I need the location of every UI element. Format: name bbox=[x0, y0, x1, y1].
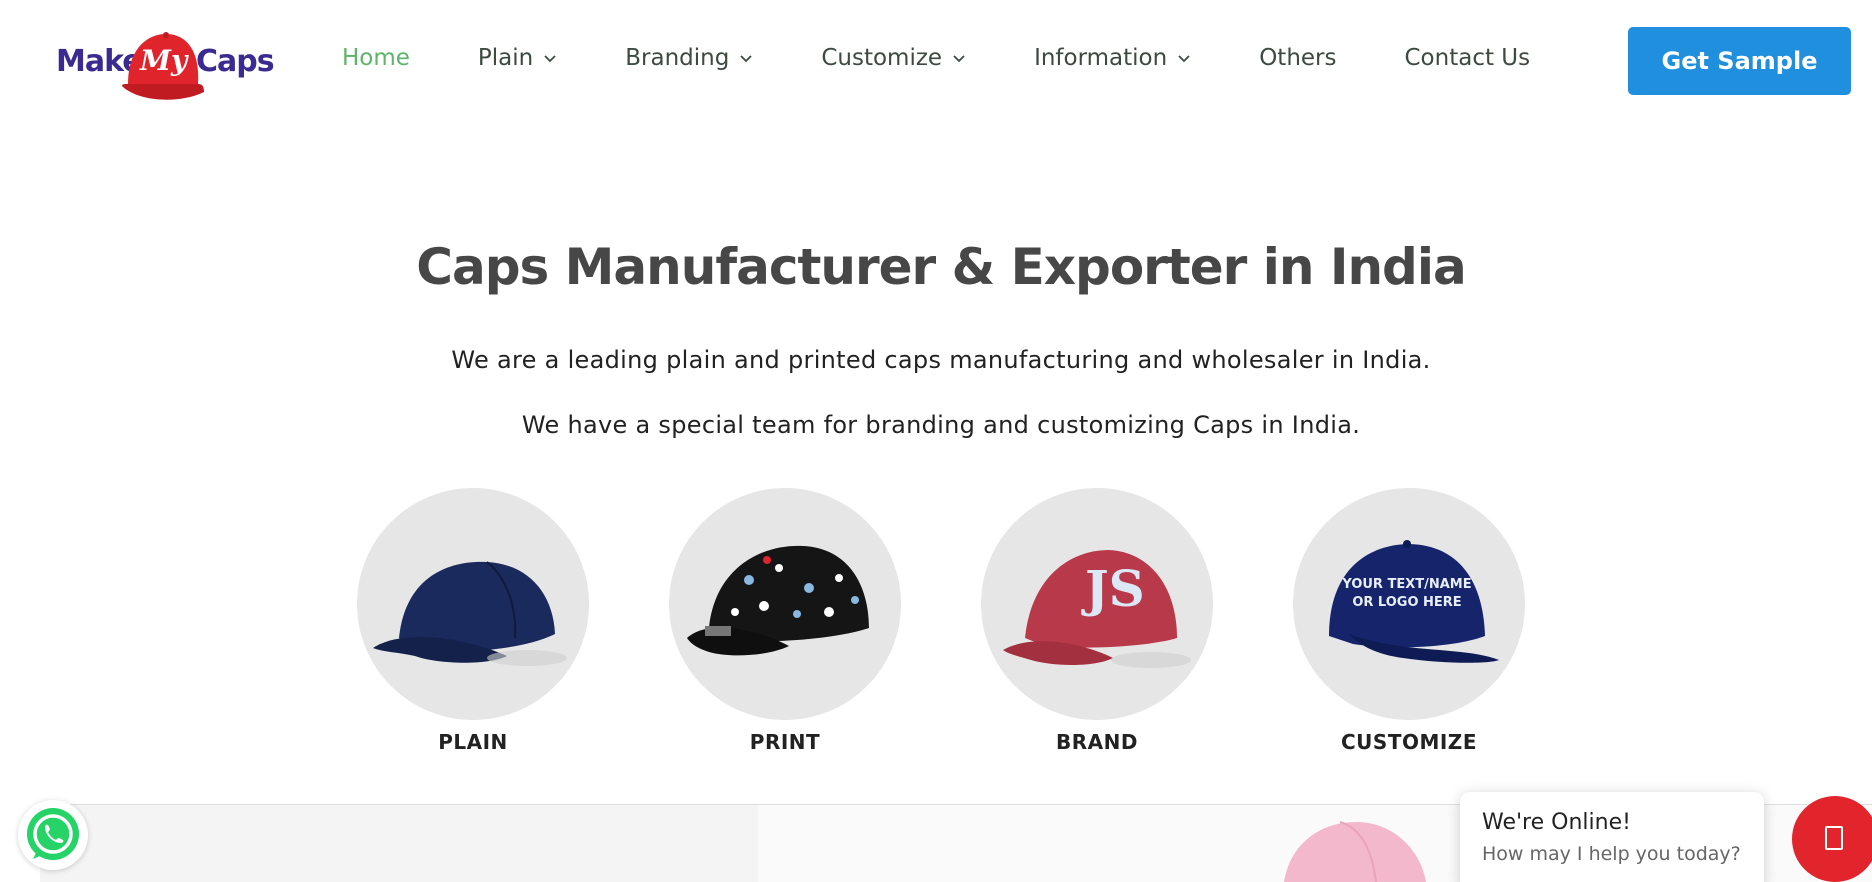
chevron-down-icon bbox=[740, 55, 752, 63]
category-customize[interactable]: YOUR TEXT/NAME OR LOGO HERE CUSTOMIZE bbox=[1293, 488, 1525, 754]
nav-item-label: Others bbox=[1259, 45, 1337, 71]
chat-subtitle: How may I help you today? bbox=[1482, 843, 1741, 865]
category-image bbox=[357, 488, 589, 720]
category-image: YOUR TEXT/NAME OR LOGO HERE bbox=[1293, 488, 1525, 720]
svg-text:YOUR TEXT/NAME: YOUR TEXT/NAME bbox=[1341, 577, 1471, 592]
nav-item-branding[interactable]: Branding bbox=[625, 45, 753, 71]
chevron-down-icon bbox=[1178, 55, 1190, 63]
red-cap-icon: JS bbox=[1003, 550, 1191, 668]
category-label: BRAND bbox=[1056, 730, 1138, 754]
nav-item-label: Branding bbox=[625, 45, 730, 71]
site-logo[interactable]: Make My Caps bbox=[56, 30, 275, 106]
hero-description-2: We have a special team for branding and … bbox=[521, 411, 1361, 439]
nav-item-others[interactable]: Others bbox=[1259, 45, 1336, 71]
chat-prompt-bubble[interactable]: We're Online! How may I help you today? bbox=[1460, 792, 1764, 882]
chat-icon bbox=[1825, 826, 1843, 850]
whatsapp-button[interactable] bbox=[18, 800, 88, 870]
nav-item-customize[interactable]: Customize bbox=[821, 45, 966, 71]
chat-title: We're Online! bbox=[1482, 810, 1631, 835]
hero-description-1: We are a leading plain and printed caps … bbox=[451, 346, 1431, 374]
site-header: Make My Caps Home Plain Branding Customi… bbox=[0, 0, 1872, 116]
nav-item-label: Contact Us bbox=[1404, 45, 1531, 71]
whatsapp-icon bbox=[27, 808, 79, 860]
nav-item-home[interactable]: Home bbox=[342, 45, 410, 71]
svg-text:JS: JS bbox=[1081, 559, 1145, 618]
nav-item-plain[interactable]: Plain bbox=[478, 45, 557, 71]
nav-item-contact-us[interactable]: Contact Us bbox=[1405, 45, 1531, 71]
custom-cap-icon: YOUR TEXT/NAME OR LOGO HERE bbox=[1329, 540, 1499, 663]
nav-item-label: Plain bbox=[477, 45, 534, 71]
pink-cap-icon bbox=[1284, 821, 1426, 882]
nav-item-label: Customize bbox=[821, 45, 943, 71]
chevron-down-icon bbox=[544, 55, 556, 63]
logo-caps-text: Caps bbox=[196, 44, 275, 79]
category-image bbox=[669, 488, 901, 720]
category-label: PRINT bbox=[749, 730, 821, 754]
navy-cap-icon bbox=[373, 561, 567, 666]
main-nav: Home Plain Branding Customize Informatio… bbox=[342, 42, 1530, 74]
chevron-down-icon bbox=[953, 55, 965, 63]
page-title: Caps Manufacturer & Exporter in India bbox=[416, 238, 1466, 296]
svg-text:OR LOGO HERE: OR LOGO HERE bbox=[1352, 595, 1461, 610]
nav-item-label: Home bbox=[342, 45, 410, 71]
nav-item-label: Information bbox=[1034, 45, 1168, 71]
logo-my-text: My bbox=[140, 44, 188, 77]
category-label: PLAIN bbox=[438, 730, 508, 754]
nav-item-information[interactable]: Information bbox=[1034, 45, 1191, 71]
category-label: CUSTOMIZE bbox=[1341, 730, 1477, 754]
chat-launcher-button[interactable] bbox=[1792, 796, 1872, 882]
category-print[interactable]: PRINT bbox=[669, 488, 901, 754]
category-plain[interactable]: PLAIN bbox=[357, 488, 589, 754]
category-image: JS bbox=[981, 488, 1213, 720]
category-brand[interactable]: JS BRAND bbox=[981, 488, 1213, 754]
get-sample-button[interactable]: Get Sample bbox=[1628, 27, 1851, 95]
printed-cap-icon bbox=[687, 545, 869, 656]
